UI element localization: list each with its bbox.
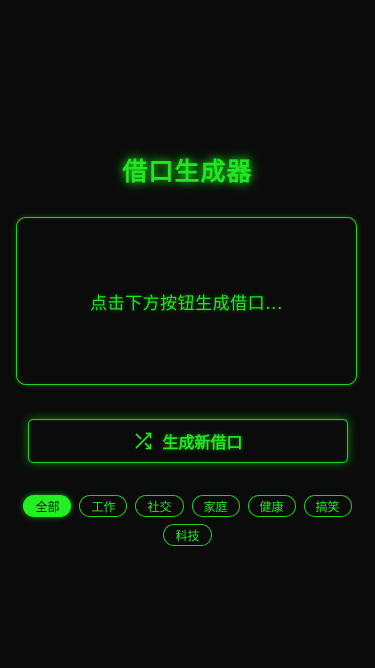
generate-button-label: 生成新借口 xyxy=(162,433,243,452)
page-title: 借口生成器 xyxy=(122,157,253,186)
category-chip-family[interactable]: 家庭 xyxy=(191,495,240,517)
excuse-text: 点击下方按钮生成借口... xyxy=(90,293,283,314)
category-chip-tech[interactable]: 科技 xyxy=(163,524,212,546)
generate-excuse-button[interactable]: 生成新借口 xyxy=(28,419,348,463)
category-chip-all[interactable]: 全部 xyxy=(23,495,72,517)
excuse-display: 点击下方按钮生成借口... xyxy=(16,217,357,385)
category-chip-health[interactable]: 健康 xyxy=(247,495,296,517)
category-chip-funny[interactable]: 搞笑 xyxy=(303,495,352,517)
app-screen: 借口生成器 点击下方按钮生成借口... 生成新借口 全部 工作 社交 家庭 健康… xyxy=(0,0,375,668)
category-filter: 全部 工作 社交 家庭 健康 搞笑 科技 xyxy=(20,495,355,546)
category-chip-work[interactable]: 工作 xyxy=(79,495,128,517)
shuffle-icon xyxy=(133,431,153,451)
category-chip-social[interactable]: 社交 xyxy=(135,495,184,517)
